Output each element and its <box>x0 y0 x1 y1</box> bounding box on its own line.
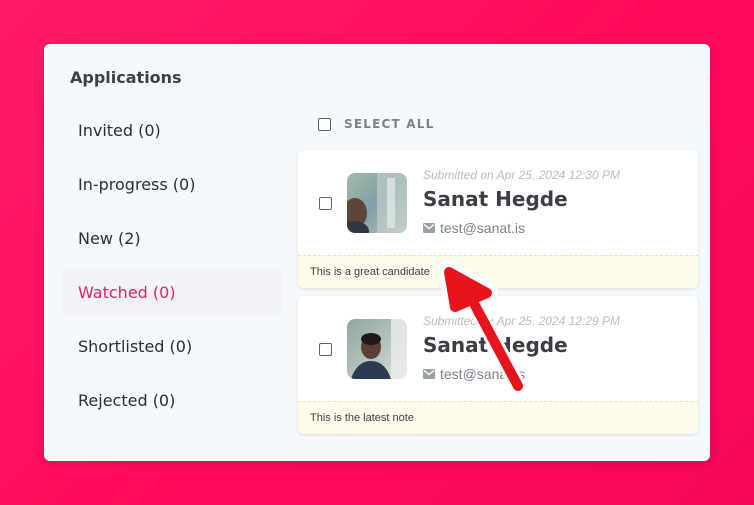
applications-list: SELECT ALL Submitted on Apr 25, 2024 12:… <box>298 107 710 461</box>
sidebar-item-new[interactable]: New (2) <box>62 215 282 261</box>
sidebar-item-label: In-progress (0) <box>78 174 196 194</box>
candidate-name[interactable]: Sanat Hegde <box>423 187 568 211</box>
candidate-email[interactable]: test@sanat.is <box>440 220 525 236</box>
note-text: This is the latest note <box>310 412 414 424</box>
email-row: test@sanat.is <box>423 220 525 236</box>
sidebar-item-in-progress[interactable]: In-progress (0) <box>62 161 282 207</box>
avatar <box>347 319 407 379</box>
candidate-note: This is the latest note <box>298 401 698 434</box>
sidebar-item-invited[interactable]: Invited (0) <box>62 107 282 153</box>
select-all-checkbox[interactable] <box>318 117 331 131</box>
candidate-email[interactable]: test@sanat.is <box>440 366 525 382</box>
card-checkbox[interactable] <box>319 343 332 356</box>
sidebar-item-label: New (2) <box>78 228 141 248</box>
select-all-label: SELECT ALL <box>344 117 435 131</box>
application-card[interactable]: Submitted on Apr 25, 2024 12:30 PM Sanat… <box>298 150 698 288</box>
sidebar-item-watched[interactable]: Watched (0) <box>62 269 282 315</box>
candidate-name[interactable]: Sanat Hegde <box>423 333 568 357</box>
card-header: Submitted on Apr 25, 2024 12:29 PM Sanat… <box>298 296 698 402</box>
sidebar-item-label: Rejected (0) <box>78 390 176 410</box>
note-text: This is a great candidate <box>310 266 430 278</box>
avatar <box>347 173 407 233</box>
sidebar-item-label: Invited (0) <box>78 120 161 140</box>
application-card[interactable]: Submitted on Apr 25, 2024 12:29 PM Sanat… <box>298 296 698 434</box>
status-sidebar: Invited (0) In-progress (0) New (2) Watc… <box>62 107 282 431</box>
candidate-note: This is a great candidate <box>298 255 698 288</box>
page-title: Applications <box>70 68 182 87</box>
submitted-date: Submitted on Apr 25, 2024 12:30 PM <box>423 168 621 182</box>
mail-icon <box>423 223 435 233</box>
submitted-date: Submitted on Apr 25, 2024 12:29 PM <box>423 314 621 328</box>
card-header: Submitted on Apr 25, 2024 12:30 PM Sanat… <box>298 150 698 256</box>
mail-icon <box>423 369 435 379</box>
applications-panel: Applications Invited (0) In-progress (0)… <box>44 44 710 461</box>
select-all[interactable]: SELECT ALL <box>318 117 434 131</box>
sidebar-item-rejected[interactable]: Rejected (0) <box>62 377 282 423</box>
sidebar-item-label: Shortlisted (0) <box>78 336 193 356</box>
email-row: test@sanat.is <box>423 366 525 382</box>
sidebar-item-label: Watched (0) <box>78 282 176 302</box>
card-checkbox[interactable] <box>319 197 332 210</box>
sidebar-item-shortlisted[interactable]: Shortlisted (0) <box>62 323 282 369</box>
